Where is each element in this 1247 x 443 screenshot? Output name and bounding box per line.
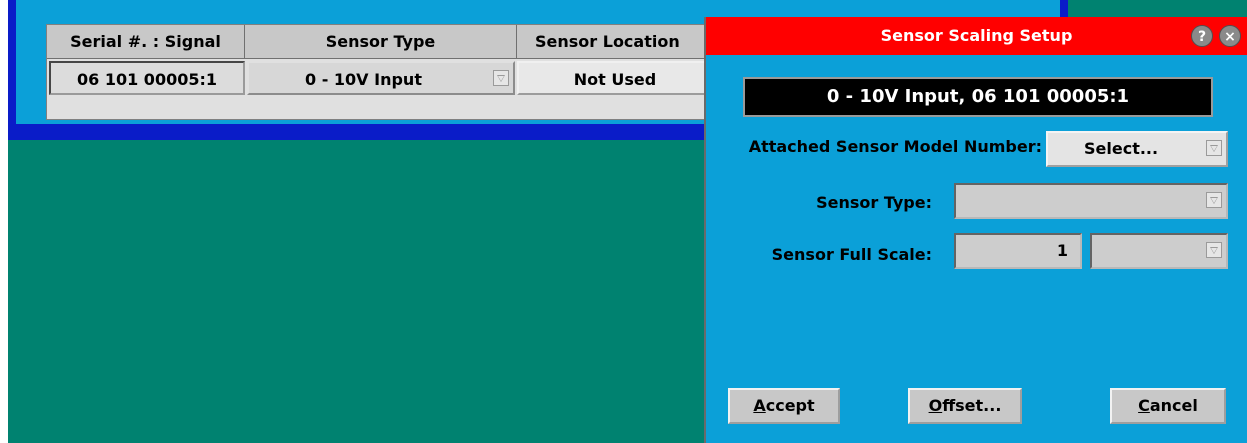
- cancel-button[interactable]: Cancel: [1110, 388, 1226, 424]
- offset-mnemonic: O: [928, 396, 943, 415]
- offset-button[interactable]: Offset...: [908, 388, 1022, 424]
- sensor-scaling-dialog: Sensor Scaling Setup ? × 0 - 10V Input, …: [704, 17, 1247, 443]
- sensor-type-dropdown[interactable]: [954, 183, 1228, 219]
- full-scale-unit-dropdown[interactable]: [1090, 233, 1228, 269]
- sensor-type-value: 0 - 10V Input: [305, 70, 422, 89]
- accept-label: ccept: [765, 396, 815, 415]
- accept-mnemonic: A: [753, 396, 766, 415]
- model-number-label: Attached Sensor Model Number:: [748, 137, 1042, 156]
- dropdown-arrow-icon[interactable]: [1206, 140, 1222, 156]
- sensor-type-label: Sensor Type:: [816, 193, 932, 212]
- accept-button[interactable]: Accept: [728, 388, 840, 424]
- cell-serial-signal[interactable]: 06 101 00005:1: [49, 61, 245, 95]
- cancel-mnemonic: C: [1138, 396, 1150, 415]
- offset-label: ffset...: [942, 396, 1002, 415]
- cell-sensor-location[interactable]: Not Used: [517, 61, 713, 95]
- model-number-value: Select...: [1084, 139, 1159, 158]
- sensor-summary-banner: 0 - 10V Input, 06 101 00005:1: [743, 77, 1213, 117]
- cell-sensor-type-dropdown[interactable]: 0 - 10V Input: [247, 61, 515, 95]
- help-icon[interactable]: ?: [1191, 25, 1213, 47]
- close-icon[interactable]: ×: [1219, 25, 1241, 47]
- full-scale-label: Sensor Full Scale:: [771, 245, 932, 264]
- dialog-titlebar[interactable]: Sensor Scaling Setup ? ×: [706, 17, 1247, 55]
- dropdown-arrow-icon[interactable]: [1206, 192, 1222, 208]
- model-number-dropdown[interactable]: Select...: [1046, 131, 1228, 167]
- dropdown-arrow-icon[interactable]: [493, 70, 509, 86]
- header-sensor-type[interactable]: Sensor Type: [245, 25, 517, 59]
- sensor-table: Serial #. : Signal Sensor Type Sensor Lo…: [46, 24, 788, 120]
- dialog-title: Sensor Scaling Setup: [880, 26, 1073, 45]
- header-serial-signal[interactable]: Serial #. : Signal: [47, 25, 245, 59]
- full-scale-input[interactable]: 1: [954, 233, 1082, 269]
- dropdown-arrow-icon[interactable]: [1206, 242, 1222, 258]
- cancel-label: ancel: [1149, 396, 1198, 415]
